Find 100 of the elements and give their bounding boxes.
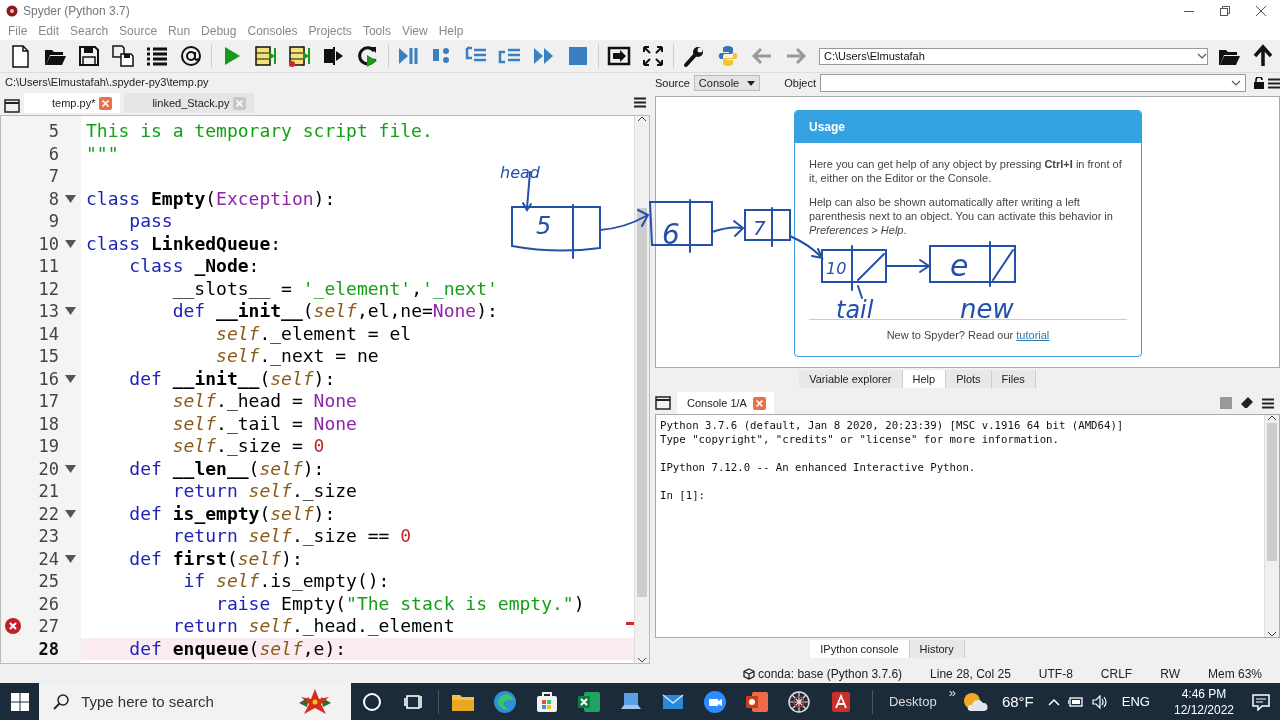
arrow	[789, 235, 823, 259]
scroll-down-icon[interactable]	[637, 657, 647, 663]
menu-item[interactable]: Consoles	[243, 24, 305, 38]
code-line: def __len__(self):	[128, 457, 325, 480]
help-paragraph: Here you can get help of any object by pressing Ctrl+I in front of it, either on the Editor or the Console.	[809, 157, 1123, 185]
menu-icon[interactable]	[1262, 397, 1274, 409]
scroll-up-icon[interactable]	[1267, 415, 1277, 421]
editor-tab[interactable]: linked_Stack.py	[124, 93, 255, 113]
maximize-icon[interactable]	[1220, 6, 1230, 16]
run-cell-advance-icon[interactable]	[287, 44, 312, 68]
line-number: 13	[37, 301, 59, 322]
line-number: 27	[37, 616, 59, 637]
search-field[interactable]: Type here to search	[79, 692, 284, 711]
console-pane-tab[interactable]: IPython console	[810, 640, 910, 658]
search-bar[interactable]: Type here to search	[39, 683, 351, 720]
overflow-chevron[interactable]: »	[942, 685, 962, 700]
tutorial-link[interactable]: tutorial	[1016, 329, 1050, 341]
weather-temperature[interactable]: 68°F	[995, 693, 1040, 710]
desktop-toolbar-label[interactable]: Desktop	[883, 694, 943, 709]
battery-icon[interactable]	[1067, 695, 1084, 708]
fold-icon[interactable]	[64, 194, 76, 203]
menu-item[interactable]: Source	[115, 24, 165, 38]
list-node-drawing	[649, 199, 713, 253]
clock[interactable]: 4:46 PM 12/12/2022	[1173, 685, 1234, 718]
console-tab[interactable]: Console 1/A	[677, 392, 774, 414]
lock-icon[interactable]	[1254, 77, 1264, 89]
pane-tab[interactable]: Help	[902, 370, 947, 388]
code-line: pass	[128, 210, 173, 233]
menu-item[interactable]: View	[397, 24, 435, 38]
video-call-icon[interactable]	[702, 688, 728, 715]
menu-item[interactable]: Help	[434, 24, 471, 38]
menu-item[interactable]: File	[4, 24, 35, 38]
fold-icon[interactable]	[64, 509, 76, 518]
console-pane-tab[interactable]: History	[909, 640, 965, 658]
save-all-icon[interactable]	[111, 44, 135, 68]
fullscreen-icon[interactable]	[641, 44, 666, 68]
language-indicator[interactable]: ENG	[1115, 694, 1156, 709]
fold-icon[interactable]	[64, 554, 76, 563]
menu-item[interactable]: Tools	[358, 24, 398, 38]
scrollbar-thumb[interactable]	[637, 208, 647, 597]
browser-icon[interactable]	[492, 688, 518, 715]
browse-tabs-icon[interactable]	[4, 99, 20, 113]
at-sign-icon[interactable]	[179, 44, 203, 68]
line-number: 8	[47, 188, 59, 209]
cube-icon	[743, 667, 755, 680]
weather-icon[interactable]	[961, 690, 988, 713]
eraser-icon[interactable]	[1240, 397, 1254, 409]
speaker-icon[interactable]	[1091, 694, 1108, 709]
menu-item[interactable]: Projects	[304, 24, 359, 38]
fold-icon[interactable]	[64, 307, 76, 316]
code-line: def first(self):	[128, 547, 303, 570]
code-line: def __init__(self,el,ne=None):	[171, 300, 498, 323]
scrollbar-thumb[interactable]	[1267, 423, 1277, 561]
run-cell-icon[interactable]	[253, 44, 278, 68]
up-arrow-icon[interactable]	[1251, 44, 1275, 68]
handwritten-label: 6	[662, 218, 680, 251]
windows-start-icon[interactable]	[10, 692, 29, 711]
code-line: self._size = 0	[171, 435, 325, 458]
web-icon[interactable]	[786, 688, 812, 715]
menu-item[interactable]: Search	[66, 24, 116, 38]
line-number: 21	[37, 481, 59, 502]
fold-icon[interactable]	[64, 464, 76, 473]
maximize-pane-icon[interactable]	[607, 44, 632, 68]
close-icon[interactable]	[1256, 6, 1266, 16]
pane-tab[interactable]: Files	[991, 370, 1036, 388]
close-tab-icon[interactable]	[99, 96, 113, 110]
object-field[interactable]	[820, 74, 1246, 92]
browse-tabs-icon[interactable]	[655, 396, 671, 410]
chevron-up-icon[interactable]	[1047, 697, 1060, 706]
fold-icon[interactable]	[64, 374, 76, 383]
code-line: return self._head._element	[171, 615, 455, 638]
pane-tab[interactable]: Plots	[946, 370, 992, 388]
list-node-drawing	[744, 207, 791, 247]
fold-icon[interactable]	[64, 239, 76, 248]
code-line: return self._size == 0	[171, 525, 412, 548]
editor-tab[interactable]: temp.py*	[24, 93, 121, 113]
menu-item[interactable]: Debug	[197, 24, 244, 38]
code-line: __slots__ = '_element','_next'	[171, 277, 498, 300]
menu-item[interactable]: Run	[164, 24, 198, 38]
search-icon	[53, 693, 70, 710]
console-output-line: Python 3.7.6 (default, Jan 8 2020, 20:23:39) [MSC v.1916 64 bit (AMD64)]	[660, 419, 1125, 433]
code-line: def __init__(self):	[128, 367, 336, 390]
line-number: 12	[37, 278, 59, 299]
scroll-down-icon[interactable]	[1267, 631, 1277, 637]
menu-icon[interactable]	[634, 96, 646, 108]
source-dropdown[interactable]: Console	[693, 75, 761, 91]
notifications-icon[interactable]	[1252, 692, 1270, 711]
line-number: 25	[37, 571, 59, 592]
close-tab-icon[interactable]	[752, 396, 766, 410]
menu-item[interactable]: Edit	[34, 24, 67, 38]
code-line: class _Node:	[128, 255, 260, 278]
status-item: Mem 63%	[1207, 666, 1262, 681]
app-icon	[6, 5, 18, 17]
pane-tab[interactable]: Variable explorer	[799, 370, 903, 388]
line-number: 18	[37, 413, 59, 434]
menu-icon[interactable]	[1268, 77, 1280, 89]
line-number: 10	[37, 233, 59, 254]
scroll-up-icon[interactable]	[637, 116, 647, 122]
save-icon[interactable]	[77, 44, 101, 68]
wrench-icon[interactable]	[681, 44, 706, 68]
